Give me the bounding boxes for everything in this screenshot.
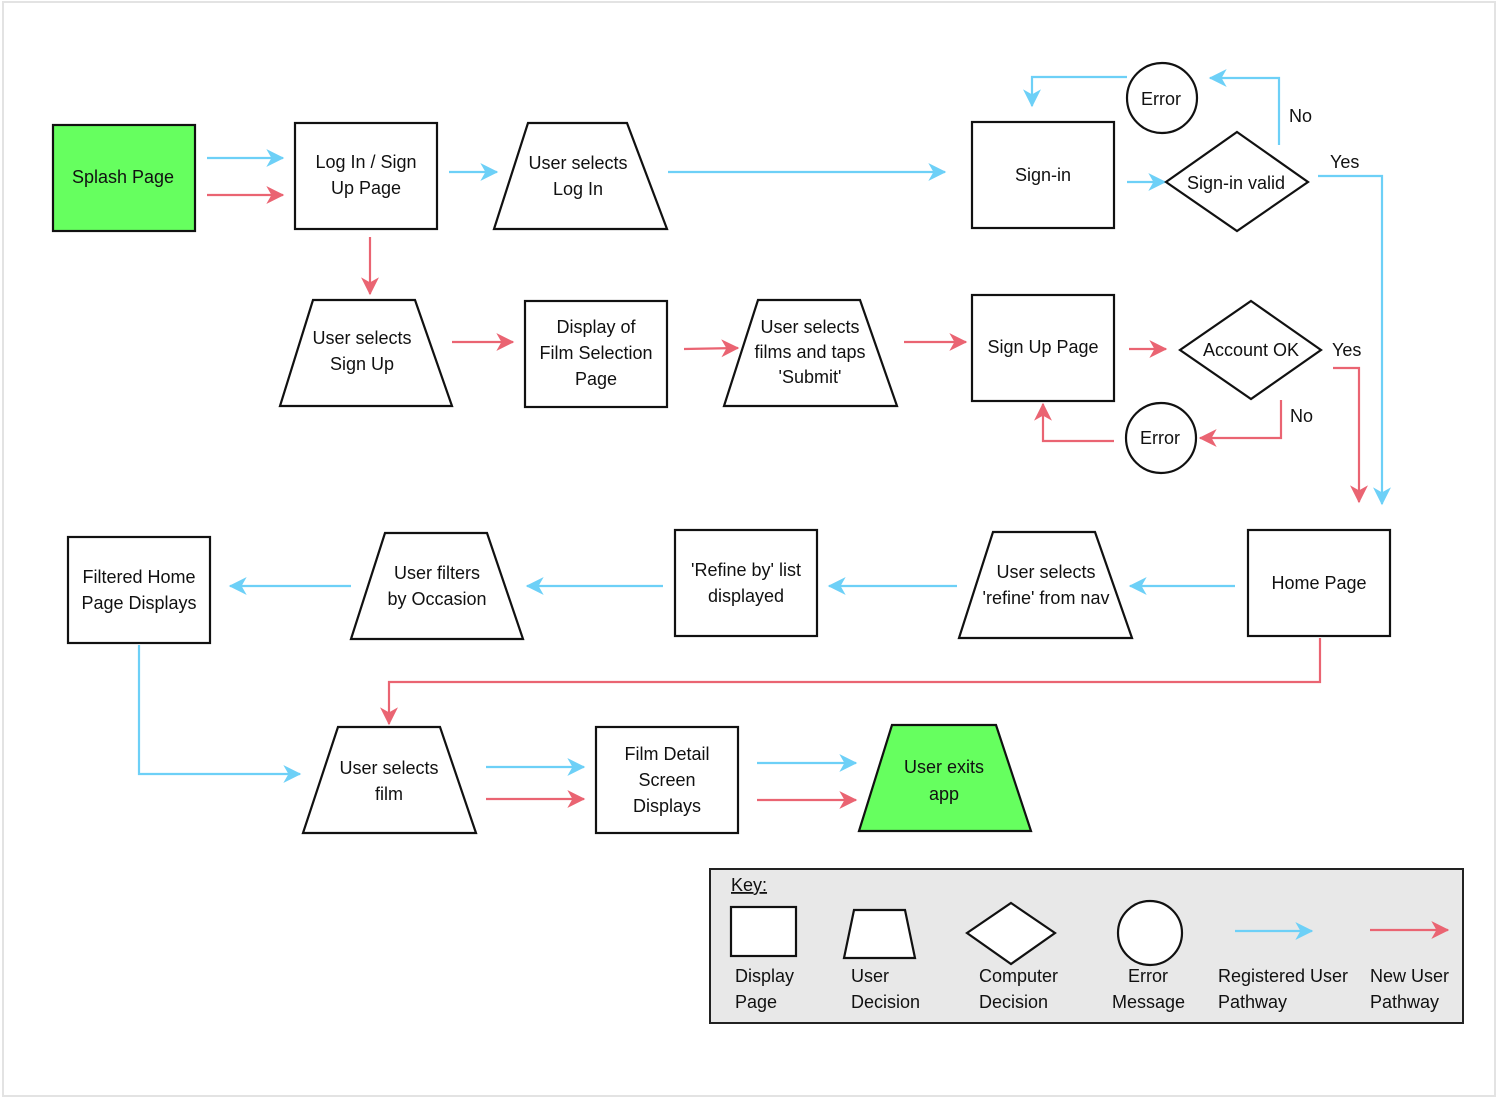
node-label: Page Displays: [81, 593, 196, 613]
node-label: 'Refine by' list: [691, 560, 801, 580]
node-home-page: Home Page: [1246, 528, 1392, 638]
node-label: by Occasion: [387, 589, 486, 609]
key-label: Computer: [979, 966, 1058, 986]
node-label: Log In: [553, 179, 603, 199]
node-label: Sign-in valid: [1187, 173, 1285, 193]
node-user-selects-refine: User selects 'refine' from nav: [957, 530, 1134, 640]
edge-label-signin-yes: Yes: [1330, 152, 1359, 172]
node-label: User selects: [312, 328, 411, 348]
node-label: 'Submit': [779, 367, 842, 387]
key-display-page-icon: [729, 905, 798, 958]
node-label: Display of: [556, 317, 636, 337]
key-label: New User: [1370, 966, 1449, 986]
key-label: User: [851, 966, 889, 986]
key-background: [709, 868, 1464, 1024]
node-label: Splash Page: [72, 167, 174, 187]
node-label: Screen: [638, 770, 695, 790]
node-label: 'refine' from nav: [983, 588, 1110, 608]
node-label: film: [375, 784, 403, 804]
node-filtered-home: Filtered Home Page Displays: [66, 535, 212, 645]
key-label: Pathway: [1370, 992, 1439, 1012]
node-label: Log In / Sign: [315, 152, 416, 172]
key-legend: Key: Display Page User Decision Computer…: [709, 868, 1464, 1024]
node-account-ok: Account OK: [1178, 299, 1323, 401]
node-user-selects-films: User selects films and taps 'Submit': [722, 298, 899, 408]
key-error-message-icon: [1116, 899, 1184, 967]
node-user-filters-occasion: User filters by Occasion: [349, 531, 525, 641]
node-label: Error: [1140, 428, 1180, 448]
node-label: Displays: [633, 796, 701, 816]
node-label: Film Selection: [539, 343, 652, 363]
node-user-exits: User exits app: [857, 723, 1033, 833]
node-user-selects-login: User selects Log In: [492, 121, 669, 231]
edge-account-no-error: [1198, 400, 1283, 447]
node-error-top: Error: [1125, 61, 1199, 135]
node-label: User selects: [339, 758, 438, 778]
edge-label-account-yes: Yes: [1332, 340, 1361, 360]
node-label: Sign Up Page: [987, 337, 1098, 357]
key-label: Message: [1112, 992, 1185, 1012]
key-label: Page: [735, 992, 777, 1012]
user-decision-shape: [857, 723, 1033, 833]
node-user-selects-signup: User selects Sign Up: [278, 298, 454, 408]
user-decision-shape: [349, 531, 525, 641]
node-label: Filtered Home: [82, 567, 195, 587]
node-label: User exits: [904, 757, 984, 777]
node-sign-in: Sign-in: [970, 120, 1116, 230]
node-label: User selects: [528, 153, 627, 173]
node-label: displayed: [708, 586, 784, 606]
node-label: User filters: [394, 563, 480, 583]
node-label: films and taps: [754, 342, 865, 362]
key-user-decision-icon: [842, 908, 917, 960]
display-page-shape: [66, 535, 212, 645]
edge-label-account-no: No: [1290, 406, 1313, 426]
key-label: Decision: [979, 992, 1048, 1012]
edge-account-yes-home: [1333, 366, 1368, 504]
node-label: User selects: [760, 317, 859, 337]
node-film-selection-page: Display of Film Selection Page: [523, 299, 669, 409]
edge-valid-no-error: [1208, 69, 1281, 145]
node-label: app: [929, 784, 959, 804]
user-flow-diagram: No Yes Yes No Splash Page Log In / Sign …: [51, 61, 1464, 1024]
node-label: Page: [575, 369, 617, 389]
node-label: Sign Up: [330, 354, 394, 374]
node-label: Film Detail: [624, 744, 709, 764]
node-user-selects-film: User selects film: [301, 725, 478, 835]
key-title: Key:: [731, 875, 767, 895]
node-error-bottom: Error: [1124, 401, 1198, 475]
node-label: User selects: [996, 562, 1095, 582]
display-page-shape: [673, 528, 819, 638]
node-label: Home Page: [1271, 573, 1366, 593]
edge-error-signuppage: [1034, 402, 1114, 443]
node-sign-up-page: Sign Up Page: [970, 293, 1116, 403]
edge-filmselection-selectfilms: [683, 339, 740, 358]
key-label: Display: [735, 966, 794, 986]
display-page-shape: [293, 121, 439, 231]
node-film-detail: Film Detail Screen Displays: [594, 725, 740, 835]
edge-error-signin: [1023, 75, 1127, 108]
user-decision-shape: [957, 530, 1134, 640]
node-sign-in-valid: Sign-in valid: [1164, 130, 1310, 233]
node-splash-page: Splash Page: [51, 123, 197, 233]
key-label: Registered User: [1218, 966, 1348, 986]
edge-label-signin-no: No: [1289, 106, 1312, 126]
key-label: Pathway: [1218, 992, 1287, 1012]
key-label: Decision: [851, 992, 920, 1012]
edge-filteredhome-selectfilm: [137, 645, 302, 783]
user-decision-shape: [301, 725, 478, 835]
node-label: Up Page: [331, 178, 401, 198]
key-label: Error: [1128, 966, 1168, 986]
node-label: Error: [1141, 89, 1181, 109]
node-refine-list: 'Refine by' list displayed: [673, 528, 819, 638]
node-label: Account OK: [1203, 340, 1299, 360]
node-login-signup-page: Log In / Sign Up Page: [293, 121, 439, 231]
user-decision-shape: [492, 121, 669, 231]
node-label: Sign-in: [1015, 165, 1071, 185]
edge-home-selectfilm-new: [380, 638, 1322, 726]
